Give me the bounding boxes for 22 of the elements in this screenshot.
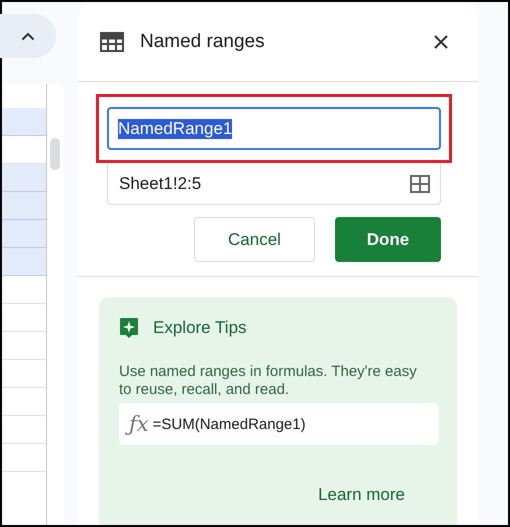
collapse-button[interactable] bbox=[0, 14, 56, 58]
close-icon bbox=[434, 34, 448, 48]
table-icon bbox=[100, 32, 124, 52]
name-field[interactable]: NamedRange1 bbox=[107, 107, 441, 150]
grid-cell[interactable] bbox=[2, 164, 46, 192]
scrollbar-thumb[interactable] bbox=[50, 138, 60, 170]
done-button[interactable]: Done bbox=[335, 217, 441, 262]
name-value: NamedRange1 bbox=[118, 118, 232, 138]
grid-cell[interactable] bbox=[2, 108, 46, 136]
grid-icon bbox=[410, 174, 430, 192]
grid-cell[interactable] bbox=[2, 248, 46, 276]
learn-more-link[interactable]: Learn more bbox=[318, 485, 405, 505]
range-field[interactable]: Sheet1!2:5 bbox=[107, 163, 441, 205]
tips-title: Explore Tips bbox=[153, 318, 247, 338]
grid-cell[interactable] bbox=[2, 192, 46, 220]
sparkle-icon bbox=[119, 317, 139, 339]
tips-text: Use named ranges in formulas. They're easy to reuse, recall, and read. bbox=[119, 363, 418, 399]
panel-title: Named ranges bbox=[140, 30, 266, 52]
grid-cell[interactable] bbox=[2, 220, 46, 248]
cancel-button[interactable]: Cancel bbox=[194, 217, 315, 262]
formula-example: ƒx =SUM(NamedRange1) bbox=[119, 403, 439, 445]
caret-icon bbox=[21, 32, 35, 40]
